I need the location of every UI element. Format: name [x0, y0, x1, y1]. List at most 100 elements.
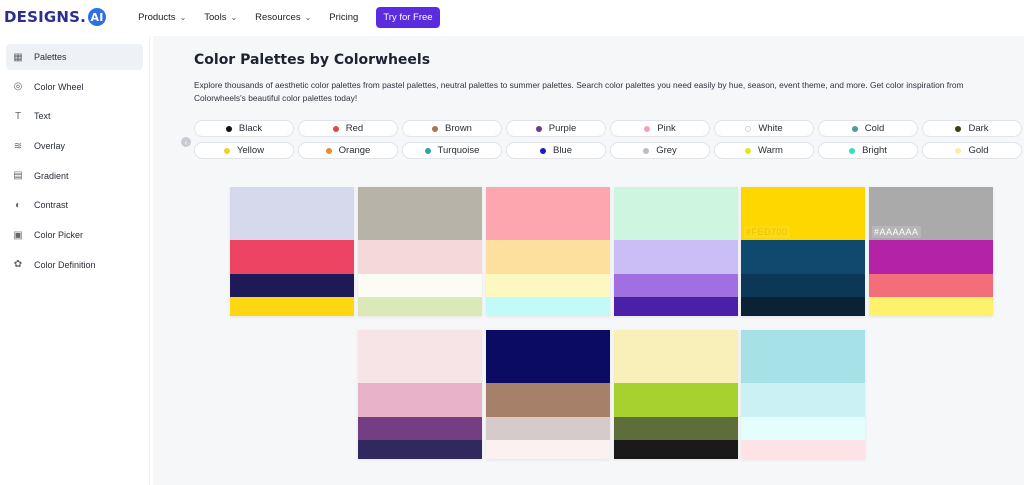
- sidebar-item-palettes[interactable]: ▦ Palettes: [6, 44, 143, 70]
- chip-label: Pink: [657, 123, 676, 134]
- palette-card[interactable]: [486, 330, 610, 459]
- palette-swatch[interactable]: [486, 417, 610, 440]
- palette-card[interactable]: #AAAAAA: [869, 187, 993, 316]
- palette-swatch[interactable]: [230, 187, 354, 240]
- chip-label: Brown: [445, 123, 472, 134]
- chip-label: Cold: [864, 123, 885, 134]
- palette-swatch[interactable]: [358, 274, 482, 297]
- palette-swatch[interactable]: [869, 274, 993, 297]
- sidebar-item-overlay[interactable]: ≋ Overlay: [6, 133, 143, 159]
- chip-pink[interactable]: Pink: [610, 120, 710, 137]
- chip-black[interactable]: Black: [194, 120, 294, 137]
- palette-swatch[interactable]: [358, 240, 482, 274]
- palette-swatch[interactable]: [358, 383, 482, 417]
- chip-cold[interactable]: Cold: [818, 120, 918, 137]
- color-dot-icon: [955, 147, 962, 154]
- chip-yellow[interactable]: Yellow: [194, 142, 294, 159]
- chip-white[interactable]: White: [714, 120, 814, 137]
- chevron-down-icon: ⌄: [230, 12, 238, 22]
- chip-purple[interactable]: Purple: [506, 120, 606, 137]
- palette-swatch[interactable]: [614, 187, 738, 240]
- palette-swatch[interactable]: #AAAAAA: [869, 187, 993, 240]
- color-dot-icon: [223, 147, 230, 154]
- chip-label: Black: [238, 123, 263, 134]
- logo[interactable]: DESIGNS. AI: [4, 8, 107, 26]
- chip-bright[interactable]: Bright: [818, 142, 918, 159]
- palette-swatch[interactable]: [358, 187, 482, 240]
- sidebar-item-text[interactable]: T Text: [6, 103, 143, 129]
- color-dot-icon: [849, 147, 856, 154]
- palette-swatch[interactable]: [486, 274, 610, 297]
- chevron-down-icon: ⌄: [304, 12, 312, 22]
- palette-card[interactable]: [358, 187, 482, 316]
- palette-swatch[interactable]: [358, 440, 482, 459]
- chip-warm[interactable]: Warm: [714, 142, 814, 159]
- palette-card[interactable]: #FED700: [741, 187, 865, 316]
- sidebar: ▦ Palettes ◎ Color Wheel T Text ≋ Overlay ▤ Gradi…: [0, 36, 150, 485]
- palette-swatch[interactable]: [741, 297, 865, 316]
- palette-swatch[interactable]: [614, 417, 738, 440]
- nav-resources[interactable]: Resources ⌄: [255, 12, 311, 23]
- palette-card[interactable]: [614, 330, 738, 459]
- palette-swatch[interactable]: [486, 297, 610, 316]
- palette-swatch[interactable]: [358, 330, 482, 383]
- sidebar-item-label: Palettes: [34, 52, 67, 62]
- palette-swatch[interactable]: [741, 330, 865, 383]
- palette-swatch[interactable]: [741, 417, 865, 440]
- palette-swatch[interactable]: [230, 240, 354, 274]
- palette-card[interactable]: [486, 187, 610, 316]
- palette-swatch[interactable]: [614, 383, 738, 417]
- sidebar-item-color-picker[interactable]: ▣ Color Picker: [6, 222, 143, 248]
- chip-brown[interactable]: Brown: [402, 120, 502, 137]
- palette-swatch[interactable]: [486, 330, 610, 383]
- nav-pricing[interactable]: Pricing: [329, 12, 358, 23]
- palette-swatch[interactable]: [486, 440, 610, 459]
- sidebar-item-color-definition[interactable]: ✿ Color Definition: [6, 252, 143, 278]
- palette-swatch[interactable]: [614, 297, 738, 316]
- palette-swatch[interactable]: [614, 440, 738, 459]
- chip-red[interactable]: Red: [298, 120, 398, 137]
- palette-swatch[interactable]: [741, 240, 865, 274]
- try-for-free-button[interactable]: Try for Free: [376, 6, 440, 28]
- sidebar-item-contrast[interactable]: ◐ Contrast: [6, 192, 143, 218]
- text-icon: T: [14, 110, 22, 122]
- chip-gold[interactable]: Gold: [922, 142, 1022, 159]
- palette-swatch[interactable]: [614, 240, 738, 274]
- sidebar-item-color-wheel[interactable]: ◎ Color Wheel: [6, 74, 143, 100]
- nav-products[interactable]: Products ⌄: [138, 12, 186, 23]
- color-dot-icon: [745, 125, 752, 132]
- palette-swatch[interactable]: [741, 440, 865, 459]
- palette-card[interactable]: [614, 187, 738, 316]
- chip-turquoise[interactable]: Turquoise: [402, 142, 502, 159]
- palette-swatch[interactable]: [486, 187, 610, 240]
- palette-card[interactable]: [230, 187, 354, 316]
- swatch-hex-label: #AAAAAA: [872, 226, 921, 238]
- palette-swatch[interactable]: #FED700: [741, 187, 865, 240]
- palette-swatch[interactable]: [614, 274, 738, 297]
- gradient-icon: ▤: [13, 170, 23, 182]
- contrast-icon: ◐: [14, 199, 22, 211]
- palette-card[interactable]: [358, 330, 482, 459]
- chevron-left-icon[interactable]: ‹: [181, 137, 191, 147]
- chip-blue[interactable]: Blue: [506, 142, 606, 159]
- palette-card[interactable]: [741, 330, 865, 459]
- nav-menu: Products ⌄ Tools ⌄ Resources ⌄ Pricing: [138, 12, 376, 23]
- nav-label: Tools: [204, 11, 227, 23]
- nav-tools[interactable]: Tools ⌄: [204, 12, 237, 23]
- chip-grey[interactable]: Grey: [610, 142, 710, 159]
- palette-swatch[interactable]: [358, 297, 482, 316]
- palette-swatch[interactable]: [486, 240, 610, 274]
- palette-swatch[interactable]: [486, 383, 610, 417]
- chip-orange[interactable]: Orange: [298, 142, 398, 159]
- sidebar-item-gradient[interactable]: ▤ Gradient: [6, 163, 143, 189]
- chip-dark[interactable]: Dark: [922, 120, 1022, 137]
- palette-swatch[interactable]: [741, 383, 865, 417]
- color-dot-icon: [325, 147, 332, 154]
- palette-swatch[interactable]: [869, 240, 993, 274]
- palette-swatch[interactable]: [230, 274, 354, 297]
- palette-swatch[interactable]: [741, 274, 865, 297]
- palette-swatch[interactable]: [869, 297, 993, 316]
- palette-swatch[interactable]: [230, 297, 354, 316]
- palette-swatch[interactable]: [614, 330, 738, 383]
- palette-swatch[interactable]: [358, 417, 482, 440]
